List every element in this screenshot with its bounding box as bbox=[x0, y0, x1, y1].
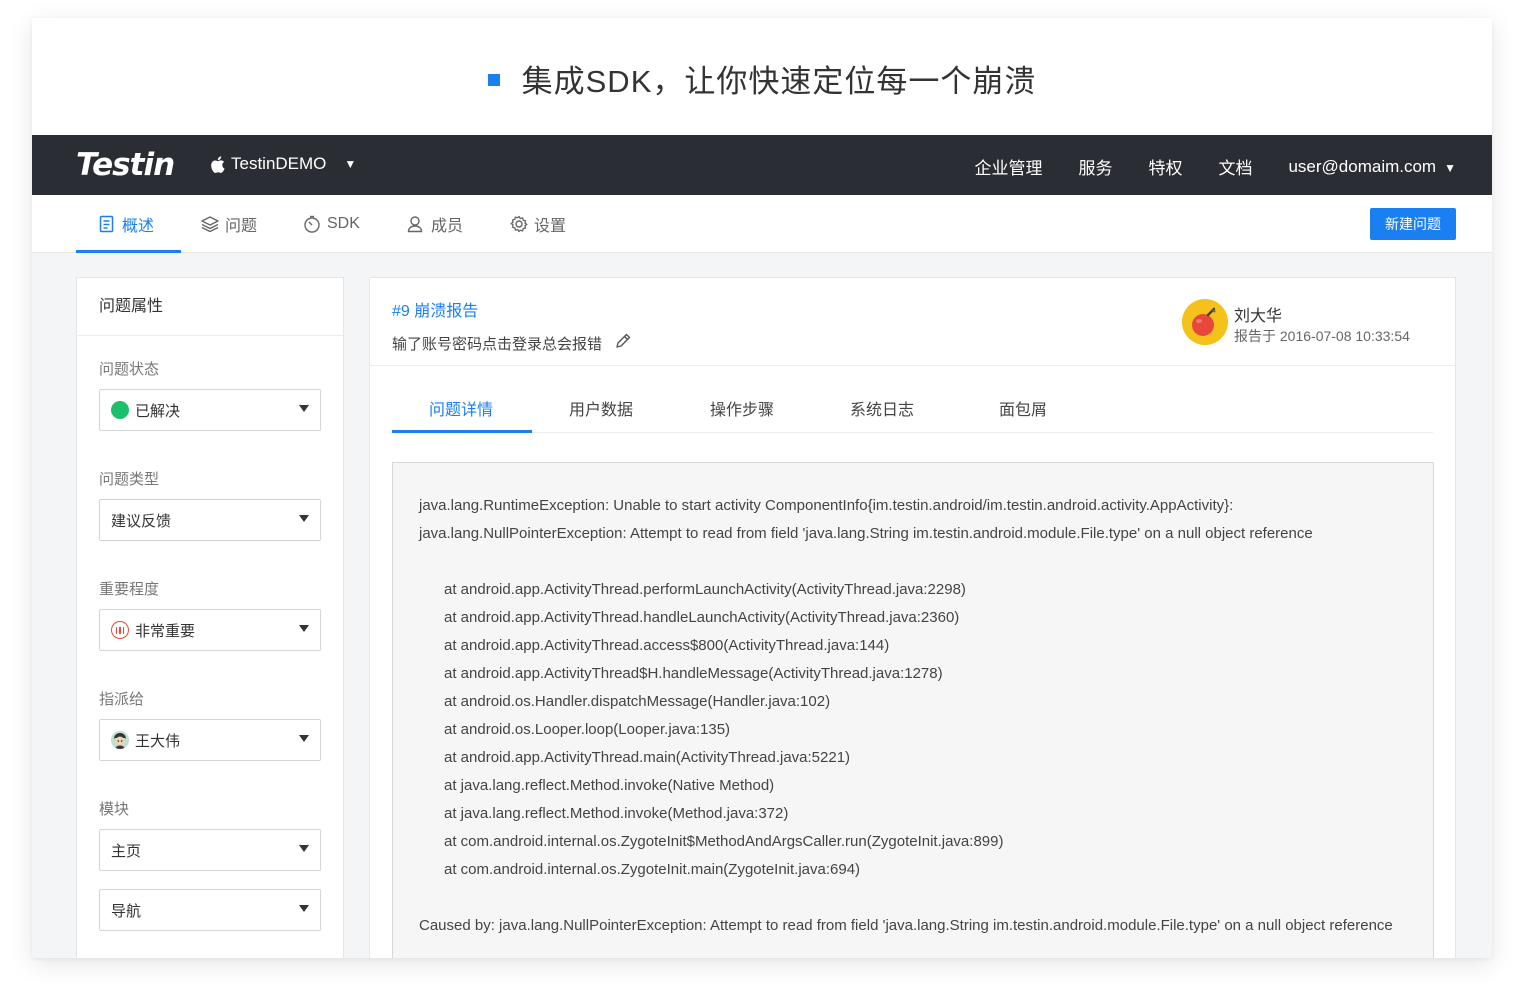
stack-line: at android.app.ActivityThread.handleLaun… bbox=[444, 609, 960, 626]
resolved-dot-icon bbox=[111, 401, 129, 419]
tab-settings[interactable]: 设置 bbox=[510, 195, 566, 253]
tabs-baseline bbox=[392, 432, 1433, 433]
pencil-icon[interactable] bbox=[614, 332, 632, 354]
log-line: java.lang.NullPointerException: Attempt … bbox=[419, 525, 1313, 542]
nav-link-privileges[interactable]: 特权 bbox=[1148, 154, 1182, 179]
submodule-value: 导航 bbox=[111, 902, 142, 920]
project-tabs: 概述 问题 SDK 成员 设置 新建问题 bbox=[32, 195, 1492, 253]
top-links: 企业管理 服务 特权 文档 user@domaim.com ▼ bbox=[974, 154, 1456, 179]
issue-title[interactable]: #9 崩溃报告 bbox=[392, 297, 478, 321]
dropdown-arrow-icon bbox=[299, 405, 309, 412]
top-navbar: Testin TestinDEMO ▼ 企业管理 服务 特权 文档 user@d… bbox=[32, 135, 1492, 195]
stack-line: at java.lang.reflect.Method.invoke(Nativ… bbox=[444, 777, 775, 794]
status-label: 问题状态 bbox=[99, 361, 160, 378]
project-name: TestinDEMO bbox=[231, 154, 327, 173]
type-value: 建议反馈 bbox=[111, 512, 172, 530]
user-email: user@domaim.com bbox=[1288, 156, 1437, 176]
module-select[interactable]: 主页 bbox=[99, 829, 321, 871]
tab-label: SDK bbox=[327, 215, 360, 232]
testin-logo[interactable]: Testin bbox=[76, 147, 175, 183]
tab-label: 概述 bbox=[122, 218, 155, 235]
stack-line: at android.app.ActivityThread$H.handleMe… bbox=[444, 665, 943, 682]
reporter-avatar bbox=[1182, 299, 1228, 345]
issue-properties-panel: 问题属性 问题状态 已解决 问题类型 建议反馈 重要程度 非常重要 指派给 王大… bbox=[76, 277, 344, 958]
document-icon bbox=[98, 215, 116, 233]
panel-title: 问题属性 bbox=[77, 278, 343, 336]
assignee-label: 指派给 bbox=[99, 691, 145, 708]
dropdown-arrow-icon bbox=[299, 845, 309, 852]
module-label: 模块 bbox=[99, 801, 130, 818]
tab-members[interactable]: 成员 bbox=[407, 195, 463, 253]
stack-line: at android.app.ActivityThread.main(Activ… bbox=[444, 749, 851, 766]
tab-issues[interactable]: 问题 bbox=[201, 195, 257, 253]
app-window: 集成SDK，让你快速定位每一个崩溃 Testin TestinDEMO ▼ 企业… bbox=[32, 18, 1492, 958]
stack-line: at android.app.ActivityThread.access$800… bbox=[444, 637, 890, 654]
active-tab-indicator bbox=[392, 430, 532, 433]
apple-icon bbox=[211, 155, 225, 173]
priority-value: 非常重要 bbox=[135, 622, 196, 640]
stack-line: at com.android.internal.os.ZygoteInit$Me… bbox=[444, 833, 1004, 850]
priority-select[interactable]: 非常重要 bbox=[99, 609, 321, 651]
project-switcher[interactable]: TestinDEMO ▼ bbox=[210, 154, 356, 174]
dropdown-arrow-icon bbox=[299, 735, 309, 742]
stack-line: at android.app.ActivityThread.performLau… bbox=[444, 581, 966, 598]
type-select[interactable]: 建议反馈 bbox=[99, 499, 321, 541]
tab-issue-details[interactable]: 问题详情 bbox=[429, 396, 493, 420]
tab-label: 成员 bbox=[431, 218, 464, 235]
active-tab-indicator bbox=[76, 250, 181, 253]
tab-breadcrumbs[interactable]: 面包屑 bbox=[999, 396, 1047, 420]
tab-overview[interactable]: 概述 bbox=[98, 195, 154, 253]
priority-high-icon bbox=[111, 621, 129, 639]
dropdown-arrow-icon bbox=[299, 625, 309, 632]
status-select[interactable]: 已解决 bbox=[99, 389, 321, 431]
issue-detail-panel: #9 崩溃报告 输了账号密码点击登录总会报错 刘大华 报告于 2016-07-0… bbox=[369, 277, 1456, 958]
divider bbox=[370, 365, 1455, 366]
nav-link-docs[interactable]: 文档 bbox=[1218, 154, 1252, 179]
nav-link-enterprise[interactable]: 企业管理 bbox=[974, 154, 1042, 179]
type-label: 问题类型 bbox=[99, 471, 160, 488]
user-menu[interactable]: user@domaim.com ▼ bbox=[1288, 157, 1456, 177]
issue-description: 输了账号密码点击登录总会报错 bbox=[392, 332, 632, 354]
assignee-select[interactable]: 王大伟 bbox=[99, 719, 321, 761]
stack-line: at android.os.Looper.loop(Looper.java:13… bbox=[444, 721, 731, 738]
nav-link-services[interactable]: 服务 bbox=[1078, 154, 1112, 179]
dropdown-arrow-icon bbox=[299, 515, 309, 522]
layers-icon bbox=[201, 215, 219, 233]
reporter-name: 刘大华 bbox=[1234, 308, 1283, 325]
banner-title: 集成SDK，让你快速定位每一个崩溃 bbox=[521, 64, 1037, 99]
caret-down-icon: ▼ bbox=[1444, 160, 1456, 175]
crash-log: java.lang.RuntimeException: Unable to st… bbox=[392, 462, 1434, 958]
submodule-select[interactable]: 导航 bbox=[99, 889, 321, 931]
stack-line: at android.os.Handler.dispatchMessage(Ha… bbox=[444, 693, 831, 710]
new-issue-button[interactable]: 新建问题 bbox=[1370, 208, 1456, 240]
stack-line: at java.lang.reflect.Method.invoke(Metho… bbox=[444, 805, 789, 822]
priority-label: 重要程度 bbox=[99, 581, 160, 598]
promo-banner: 集成SDK，让你快速定位每一个崩溃 bbox=[32, 18, 1492, 135]
dropdown-arrow-icon bbox=[299, 905, 309, 912]
user-icon bbox=[407, 215, 425, 233]
log-line: java.lang.RuntimeException: Unable to st… bbox=[419, 497, 1234, 514]
tab-label: 问题 bbox=[225, 218, 258, 235]
gear-icon bbox=[510, 215, 528, 233]
tab-steps[interactable]: 操作步骤 bbox=[710, 396, 774, 420]
assignee-avatar bbox=[111, 731, 129, 749]
timer-icon bbox=[303, 215, 321, 233]
caused-by-line: Caused by: java.lang.NullPointerExceptio… bbox=[419, 917, 1393, 934]
assignee-value: 王大伟 bbox=[135, 732, 181, 750]
stack-line: at com.android.internal.os.ZygoteInit.ma… bbox=[444, 861, 861, 878]
status-value: 已解决 bbox=[135, 402, 181, 420]
caret-down-icon: ▼ bbox=[344, 157, 357, 171]
issue-description-text: 输了账号密码点击登录总会报错 bbox=[392, 335, 603, 353]
tab-user-data[interactable]: 用户数据 bbox=[569, 396, 633, 420]
bullet-square-icon bbox=[487, 73, 500, 86]
tab-label: 设置 bbox=[534, 218, 567, 235]
module-value: 主页 bbox=[111, 842, 142, 860]
reported-time: 报告于 2016-07-08 10:33:54 bbox=[1234, 328, 1410, 344]
tab-sdk[interactable]: SDK bbox=[303, 195, 360, 253]
tab-system-log[interactable]: 系统日志 bbox=[850, 396, 914, 420]
